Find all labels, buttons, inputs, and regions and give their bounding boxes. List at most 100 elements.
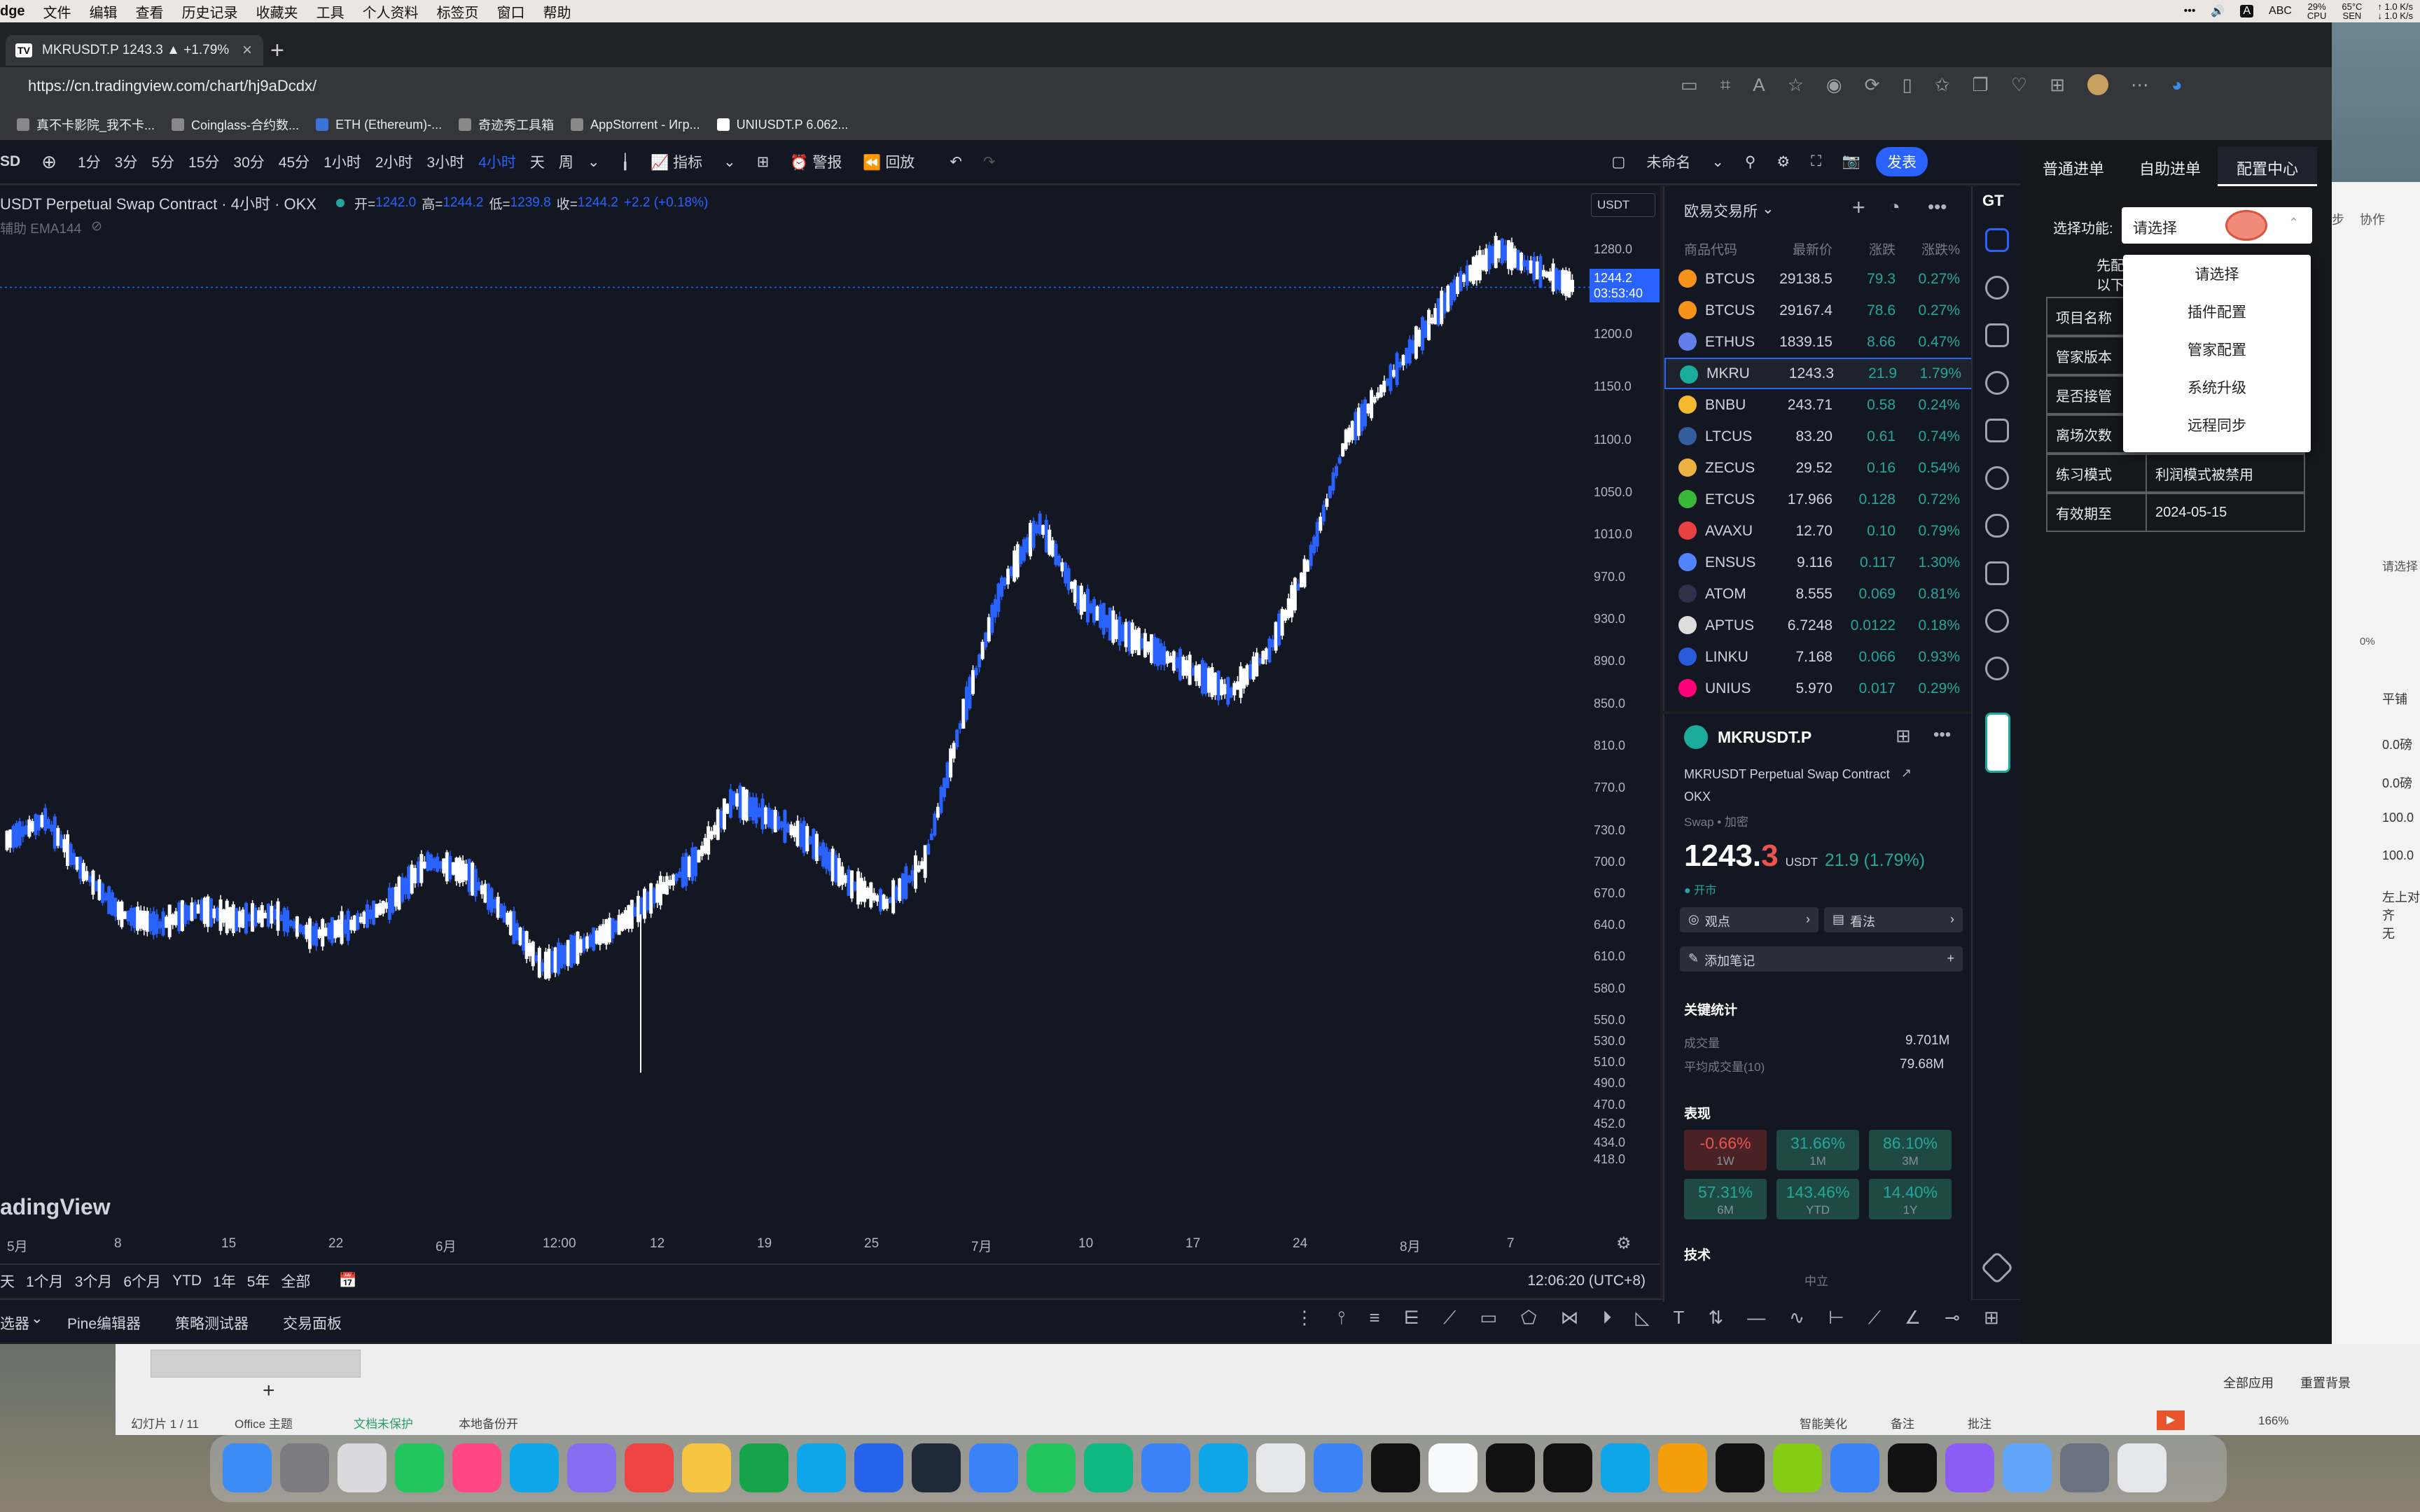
ideas-icon[interactable] — [1985, 466, 2009, 490]
parallel-channel-icon[interactable]: ≡ — [1369, 1307, 1379, 1329]
gt-badge[interactable]: GT — [1982, 192, 2004, 210]
angle-tool-icon[interactable]: ∠ — [1905, 1307, 1921, 1329]
polygon-tool-icon[interactable]: ⬠ — [1521, 1307, 1537, 1329]
performance-icon[interactable]: ♡ — [2011, 74, 2027, 97]
dock-app-icon[interactable] — [510, 1443, 559, 1492]
ppt-tile[interactable]: 平铺 — [2382, 690, 2407, 708]
dock-app-icon[interactable] — [625, 1443, 674, 1492]
app-menu[interactable]: dge — [0, 4, 25, 20]
chevron-down-icon[interactable]: ⌄ — [1711, 153, 1724, 171]
favorites-icon[interactable]: ✩ — [1935, 74, 1950, 97]
watchlist-row[interactable]: ETCUS 17.966 0.128 0.72% — [1664, 484, 1973, 515]
watchlist-row[interactable]: LINKU 7.168 0.066 0.93% — [1664, 641, 1973, 673]
range-ytd[interactable]: YTD — [172, 1273, 202, 1289]
compare-icon[interactable]: ⊕ — [41, 151, 57, 173]
dock-app-icon[interactable] — [1601, 1443, 1650, 1492]
menu-tabs[interactable]: 标签页 — [437, 1, 479, 22]
dropdown-option[interactable]: 管家配置 — [2123, 332, 2311, 370]
dock-app-icon[interactable] — [912, 1443, 961, 1492]
fib-tool-icon[interactable]: ⫯ — [1337, 1307, 1345, 1329]
grid-tool-icon[interactable]: ⊞ — [1984, 1307, 1999, 1329]
dock-app-icon[interactable] — [1830, 1443, 1879, 1492]
dock-app-icon[interactable] — [280, 1443, 329, 1492]
chevron-down-icon[interactable]: ⌄ — [31, 1310, 43, 1327]
menu-history[interactable]: 历史记录 — [182, 1, 238, 22]
tab-strategy-tester[interactable]: 策略测试器 — [175, 1312, 249, 1334]
more-icon[interactable]: ••• — [2184, 5, 2196, 18]
replay-button[interactable]: ⏪ 回放 — [863, 151, 915, 172]
dock-app-icon[interactable] — [1486, 1443, 1535, 1492]
range-all[interactable]: 全部 — [281, 1270, 310, 1292]
ppt-value-1[interactable]: 0.0磅 — [2382, 735, 2412, 753]
refresh-ext-icon[interactable]: ⟳ — [1865, 74, 1880, 97]
price-axis[interactable]: USDT 1280.0 1200.0 1150.0 1100.0 1050.0 1010.… — [1590, 186, 1660, 1222]
dock-app-icon[interactable] — [223, 1443, 272, 1492]
publish-button[interactable]: 发表 — [1876, 147, 1928, 176]
slide-thumbnail[interactable] — [151, 1350, 361, 1378]
menu-tools[interactable]: 工具 — [317, 1, 345, 22]
protect-status[interactable]: 文档未保护 — [354, 1414, 413, 1432]
smart-beautify[interactable]: 智能美化 — [1800, 1414, 1847, 1432]
settings-icon[interactable]: ⚙ — [1616, 1233, 1632, 1254]
apps-icon[interactable]: ⌗ — [1720, 74, 1731, 97]
col-change[interactable]: 涨跌 — [1833, 239, 1896, 258]
menu-dots-icon[interactable]: ⋯ — [2131, 74, 2149, 97]
detail-symbol[interactable]: MKRUSDT.P — [1718, 728, 1811, 747]
tf-30m[interactable]: 30分 — [233, 151, 264, 172]
range-1d[interactable]: 天 — [0, 1270, 15, 1292]
watchlist-row[interactable]: UNIUS 5.970 0.017 0.29% — [1664, 673, 1973, 704]
bookmark-item[interactable]: UNIUSDT.P 6.062... — [716, 118, 848, 132]
read-aloud-icon[interactable]: A — [1753, 74, 1765, 97]
ray-tool-icon[interactable]: ⟋ — [1868, 1307, 1881, 1329]
more-options-icon[interactable]: ••• — [1928, 196, 1947, 218]
dock-app-icon[interactable] — [1428, 1443, 1477, 1492]
workspace-icon[interactable]: ⊞ — [2050, 74, 2065, 97]
collections-icon[interactable]: ❐ — [1972, 74, 1988, 97]
indicators-button[interactable]: 📈 指标 — [651, 151, 702, 172]
camera-icon[interactable]: 📷 — [1842, 153, 1861, 170]
avatar[interactable] — [2087, 74, 2108, 95]
hotlist-icon[interactable] — [1985, 371, 2009, 395]
range-5y[interactable]: 5年 — [247, 1270, 270, 1292]
backup-status[interactable]: 本地备份开 — [459, 1414, 518, 1432]
tab-trading-panel[interactable]: 交易面板 — [283, 1312, 342, 1334]
watchlist-row[interactable]: ATOM 8.555 0.069 0.81% — [1664, 578, 1973, 610]
dock-app-icon[interactable] — [1716, 1443, 1765, 1492]
tf-1h[interactable]: 1小时 — [324, 151, 361, 172]
url-input[interactable]: https://cn.tradingview.com/chart/hj9aDcd… — [28, 77, 317, 95]
opinion-button[interactable]: ◎ 观点 › — [1680, 907, 1819, 932]
tf-4h[interactable]: 4小时 — [478, 151, 516, 172]
ppt-value-2[interactable]: 0.0磅 — [2382, 774, 2412, 792]
settings-gear-icon[interactable]: ⚙ — [1776, 153, 1790, 171]
bookmark-item[interactable]: AppStorrent - Игр... — [571, 118, 700, 132]
zoom-level[interactable]: 166% — [2258, 1414, 2288, 1428]
ppt-value-3[interactable]: 100.0 — [2382, 811, 2414, 825]
chevron-down-icon[interactable]: ⌄ — [723, 153, 736, 171]
dock-app-icon[interactable] — [1543, 1443, 1592, 1492]
quick-search-icon[interactable]: ⚲ — [1745, 153, 1755, 171]
price-chart[interactable] — [0, 186, 1590, 1229]
browser-tab[interactable]: TV MKRUSDT.P 1243.3 ▲ +1.79% × — [6, 35, 263, 66]
dock-app-icon[interactable] — [2118, 1443, 2167, 1492]
chart-pane[interactable]: USDT Perpetual Swap Contract · 4小时 · OKX… — [0, 186, 1660, 1297]
menu-favorites[interactable]: 收藏夹 — [256, 1, 298, 22]
horizontal-line-icon[interactable]: ⊸ — [1945, 1307, 1960, 1329]
dock-app-icon[interactable] — [1371, 1443, 1420, 1492]
bing-icon[interactable]: ◕ — [2171, 74, 2183, 97]
dropdown-option[interactable]: 插件配置 — [2123, 294, 2311, 332]
ppt-value-4[interactable]: 100.0 — [2382, 848, 2414, 863]
menu-help[interactable]: 帮助 — [543, 1, 571, 22]
symbol-search[interactable]: SD — [0, 153, 20, 170]
input-source[interactable]: ABC — [2269, 5, 2292, 18]
dropdown-option[interactable]: 请选择 — [2123, 256, 2311, 294]
extension-icon[interactable]: ◉ — [1826, 74, 1842, 97]
view-button[interactable]: ▤ 看法 › — [1824, 907, 1963, 932]
dock-app-icon[interactable] — [2003, 1443, 2052, 1492]
menu-view[interactable]: 查看 — [136, 1, 164, 22]
notes-button[interactable]: 备注 — [1891, 1414, 1914, 1432]
redo-icon[interactable]: ↷ — [983, 153, 996, 171]
dock-app-icon[interactable] — [1084, 1443, 1133, 1492]
volume-icon[interactable]: 🔊 — [2211, 4, 2225, 18]
drag-handle-icon[interactable]: ⋮ — [1295, 1307, 1314, 1329]
dock-app-icon[interactable] — [854, 1443, 903, 1492]
